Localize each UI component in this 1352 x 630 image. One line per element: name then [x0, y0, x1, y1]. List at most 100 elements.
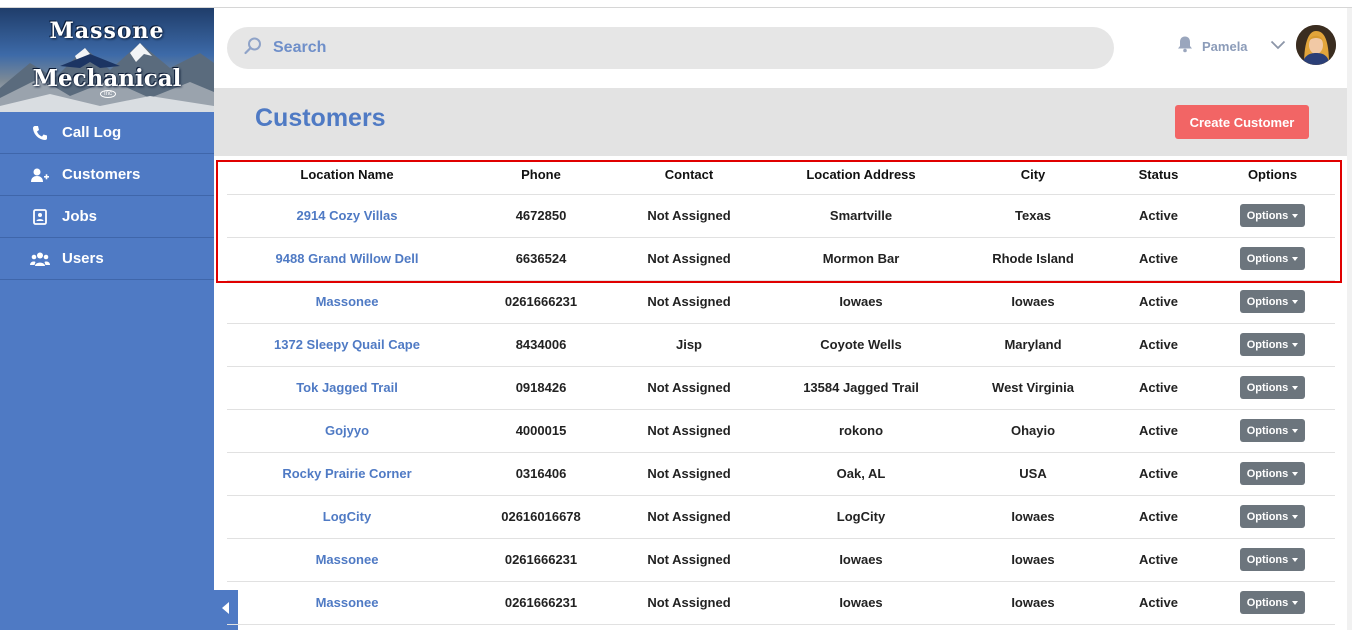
sidebar-item-call-log[interactable]: Call Log	[0, 112, 214, 154]
location-name-link[interactable]: Massonee	[227, 581, 467, 625]
column-header-location-address[interactable]: Location Address	[763, 156, 959, 195]
location-name-link[interactable]: Rocky Prairie Corner	[227, 452, 467, 496]
sidebar-item-users[interactable]: Users	[0, 238, 214, 280]
caret-down-icon	[1292, 557, 1299, 562]
options-cell: Options	[1210, 409, 1335, 453]
phone-cell: 6636524	[467, 237, 615, 281]
sidebar-item-customers[interactable]: Customers	[0, 154, 214, 196]
city-cell: Texas	[959, 194, 1107, 238]
contact-cell: Not Assigned	[615, 581, 763, 625]
phone-cell: 0261666231	[467, 538, 615, 582]
scrollbar[interactable]	[1347, 8, 1352, 630]
table-row[interactable]: LogCity 02616016678 Not Assigned LogCity…	[227, 495, 1335, 539]
column-header-contact[interactable]: Contact	[615, 156, 763, 195]
options-dropdown-button[interactable]: Options	[1239, 204, 1306, 227]
options-label: Options	[1246, 596, 1289, 609]
location-name-link[interactable]: 1372 Sleepy Quail Cape	[227, 323, 467, 367]
address-cell: Iowaes	[763, 581, 959, 625]
contact-cell: Not Assigned	[615, 280, 763, 324]
caret-down-icon	[1292, 299, 1299, 304]
status-cell: Active	[1107, 495, 1210, 539]
search-icon	[243, 36, 263, 61]
city-cell: Iowaes	[959, 538, 1107, 582]
table-row[interactable]: Tok Jagged Trail 0918426 Not Assigned 13…	[227, 366, 1335, 410]
phone-icon	[30, 123, 50, 143]
status-cell: Active	[1107, 452, 1210, 496]
table-row[interactable]: 9488 Grand Willow Dell 6636524 Not Assig…	[227, 237, 1335, 281]
options-cell: Options	[1210, 237, 1335, 281]
address-cell: Iowaes	[763, 280, 959, 324]
bell-icon[interactable]	[1176, 35, 1194, 58]
options-dropdown-button[interactable]: Options	[1239, 419, 1306, 442]
column-header-location-name[interactable]: Location Name	[227, 156, 467, 195]
options-dropdown-button[interactable]: Options	[1239, 333, 1306, 356]
table-row[interactable]: Massonee 0261666231 Not Assigned Iowaes …	[227, 581, 1335, 625]
options-dropdown-button[interactable]: Options	[1239, 548, 1306, 571]
sidebar-item-jobs[interactable]: Jobs	[0, 196, 214, 238]
options-label: Options	[1246, 424, 1289, 437]
caret-down-icon	[1292, 471, 1299, 476]
table-row[interactable]: Gojyyo 4000015 Not Assigned rokono Ohayi…	[227, 409, 1335, 453]
location-name-link[interactable]: Massonee	[227, 538, 467, 582]
contact-cell: Jisp	[615, 323, 763, 367]
caret-down-icon	[1292, 342, 1299, 347]
location-name-link[interactable]: LogCity	[227, 495, 467, 539]
table-row[interactable]: 1372 Sleepy Quail Cape 8434006 Jisp Coyo…	[227, 323, 1335, 367]
create-customer-button[interactable]: Create Customer	[1175, 105, 1309, 139]
address-cell: Mormon Bar	[763, 237, 959, 281]
options-dropdown-button[interactable]: Options	[1239, 376, 1306, 399]
caret-down-icon	[1292, 428, 1299, 433]
status-cell: Active	[1107, 194, 1210, 238]
options-dropdown-button[interactable]: Options	[1239, 505, 1306, 528]
page-header: Customers Create Customer	[214, 88, 1347, 156]
contact-cell: Not Assigned	[615, 194, 763, 238]
options-dropdown-button[interactable]: Options	[1239, 290, 1306, 313]
options-dropdown-button[interactable]: Options	[1239, 591, 1306, 614]
customers-table: Location Name Phone Contact Location Add…	[227, 156, 1335, 625]
table-row[interactable]: Massonee 0261666231 Not Assigned Iowaes …	[227, 538, 1335, 582]
badge-icon	[30, 207, 50, 227]
contact-cell: Not Assigned	[615, 452, 763, 496]
city-cell: Rhode Island	[959, 237, 1107, 281]
logo-inc-mark: Inc	[100, 90, 117, 98]
column-header-phone[interactable]: Phone	[467, 156, 615, 195]
company-logo[interactable]: Massone Mechanical Inc	[0, 8, 214, 112]
location-name-link[interactable]: Tok Jagged Trail	[227, 366, 467, 410]
avatar[interactable]	[1296, 25, 1336, 65]
sidebar: Massone Mechanical Inc Call Log Customer…	[0, 8, 214, 630]
phone-cell: 0261666231	[467, 280, 615, 324]
chevron-down-icon[interactable]	[1270, 37, 1286, 55]
options-dropdown-button[interactable]: Options	[1239, 247, 1306, 270]
options-label: Options	[1246, 252, 1289, 265]
options-label: Options	[1246, 510, 1289, 523]
location-name-link[interactable]: 2914 Cozy Villas	[227, 194, 467, 238]
options-dropdown-button[interactable]: Options	[1239, 462, 1306, 485]
location-name-link[interactable]: Massonee	[227, 280, 467, 324]
search-bar[interactable]: Search	[227, 27, 1114, 69]
options-cell: Options	[1210, 280, 1335, 324]
column-header-status[interactable]: Status	[1107, 156, 1210, 195]
location-name-link[interactable]: 9488 Grand Willow Dell	[227, 237, 467, 281]
options-cell: Options	[1210, 581, 1335, 625]
top-border	[0, 0, 1352, 8]
address-cell: LogCity	[763, 495, 959, 539]
caret-down-icon	[1292, 256, 1299, 261]
search-placeholder: Search	[273, 39, 327, 56]
logo-title-line2: Mechanical	[32, 65, 182, 92]
phone-cell: 8434006	[467, 323, 615, 367]
address-cell: Oak, AL	[763, 452, 959, 496]
options-label: Options	[1246, 295, 1289, 308]
phone-cell: 02616016678	[467, 495, 615, 539]
caret-down-icon	[1292, 385, 1299, 390]
table-row[interactable]: 2914 Cozy Villas 4672850 Not Assigned Sm…	[227, 194, 1335, 238]
table-header-row: Location Name Phone Contact Location Add…	[227, 156, 1335, 195]
table-row[interactable]: Rocky Prairie Corner 0316406 Not Assigne…	[227, 452, 1335, 496]
sidebar-item-label: Users	[62, 250, 104, 267]
caret-down-icon	[1292, 213, 1299, 218]
location-name-link[interactable]: Gojyyo	[227, 409, 467, 453]
user-menu[interactable]: Pamela	[1176, 26, 1286, 66]
column-header-city[interactable]: City	[959, 156, 1107, 195]
page-title: Customers	[255, 104, 386, 132]
add-user-icon	[30, 165, 50, 185]
table-row[interactable]: Massonee 0261666231 Not Assigned Iowaes …	[227, 280, 1335, 324]
